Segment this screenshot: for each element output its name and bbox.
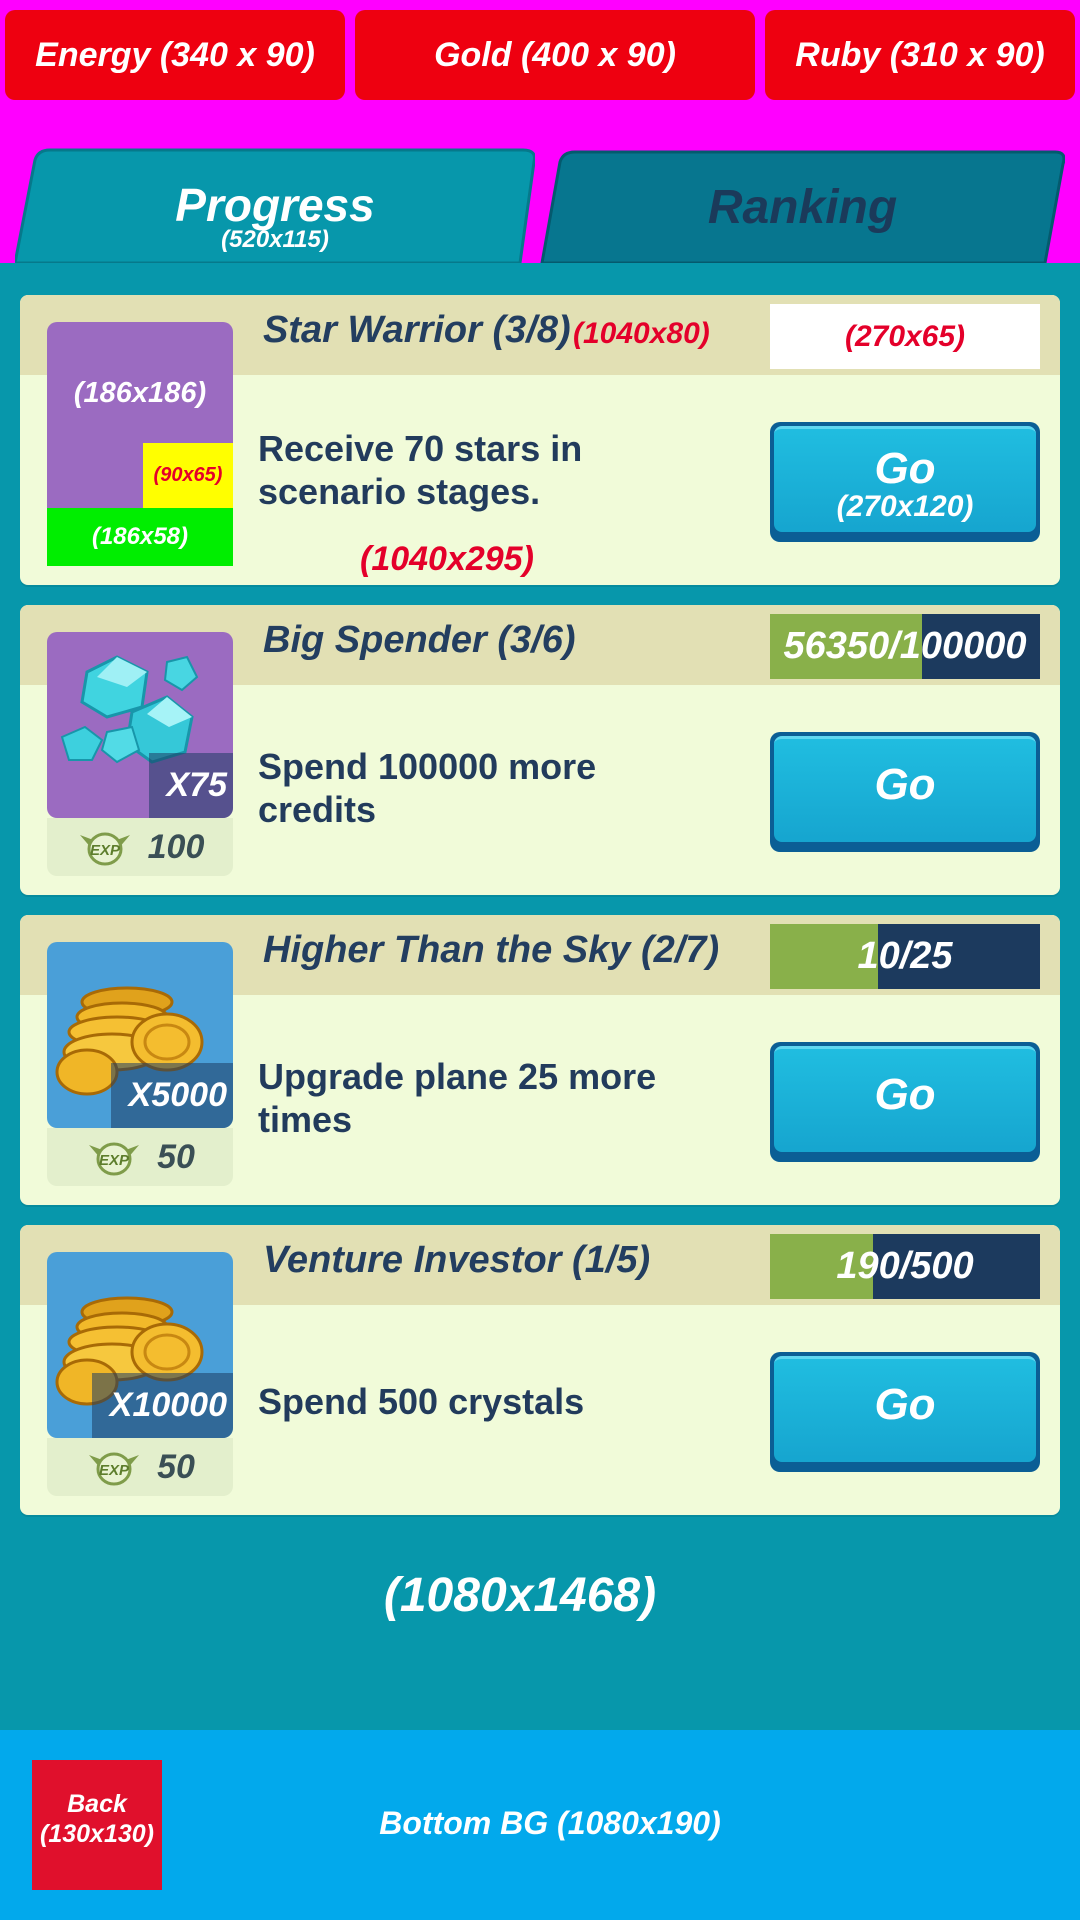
tab-progress-size-note: (520x115)	[221, 226, 329, 253]
quest-progress-bar: 10/25	[770, 924, 1040, 989]
exp-placeholder: (186x58)	[47, 508, 233, 566]
progress-text: 10/25	[857, 935, 953, 977]
reward-quantity: X10000	[91, 1373, 233, 1438]
go-button[interactable]: Go	[770, 1352, 1040, 1472]
tab-ranking-label: Ranking	[707, 181, 898, 234]
reward-quantity: X75	[148, 753, 233, 818]
ruby-button[interactable]: Ruby (310 x 90)	[765, 10, 1075, 100]
exp-wings-icon: EXP	[79, 832, 130, 866]
gold-button[interactable]: Gold (400 x 90)	[355, 10, 755, 100]
exp-wings-icon: EXP	[89, 1452, 140, 1486]
quest-description: Spend 100000 more credits	[258, 746, 597, 830]
quest-title: Higher Than the Sky (2/7)	[263, 929, 720, 971]
reward-icon: X10000	[47, 1252, 233, 1438]
quest-title: Venture Investor (1/5)	[263, 1239, 651, 1281]
reward-icon: X75	[47, 632, 233, 818]
exp-reward: EXP 50	[47, 1438, 233, 1496]
svg-text:EXP: EXP	[99, 1462, 130, 1479]
bottom-bar: Back (130x130) Bottom BG (1080x190)	[0, 1730, 1080, 1920]
back-button-label: Back	[67, 1790, 127, 1818]
exp-value: 50	[157, 1137, 195, 1176]
tab-progress-label: Progress	[175, 179, 375, 231]
go-button-label: Go	[874, 1070, 936, 1119]
icon-size-note: (186x186)	[73, 377, 207, 409]
quest-card: Higher Than the Sky (2/7) 10/25 X5000 EX…	[20, 915, 1060, 1205]
go-button-label: Go	[874, 760, 936, 809]
exp-value: 50	[157, 1447, 195, 1486]
go-button-label: Go	[874, 1380, 936, 1429]
tab-progress[interactable]: Progress (520x115)	[15, 148, 535, 263]
quest-progress-bar: 190/500	[770, 1234, 1040, 1299]
qty-placeholder: (90x65)	[143, 443, 233, 508]
quest-description: Upgrade plane 25 more times	[258, 1056, 657, 1140]
go-button[interactable]: Go	[770, 732, 1040, 852]
exp-wings-icon: EXP	[89, 1142, 140, 1176]
progress-placeholder-label: (270x65)	[844, 320, 966, 353]
quest-title: Star Warrior (3/8)	[263, 309, 571, 351]
energy-button[interactable]: Energy (340 x 90)	[5, 10, 345, 100]
go-button[interactable]: Go	[770, 1042, 1040, 1162]
quest-description: Receive 70 stars in scenario stages.	[258, 428, 583, 512]
header-size-note: (1040x80)	[573, 317, 710, 350]
quest-card: Big Spender (3/6) 56350/100000 X75 EXP 1…	[20, 605, 1060, 895]
button-size-note: (270x120)	[836, 490, 974, 523]
go-button-label: Go	[874, 444, 936, 493]
back-button-size-note: (130x130)	[40, 1820, 154, 1848]
reward-icon-placeholder: (186x186) (90x65)	[47, 322, 233, 508]
quest-card: Venture Investor (1/5) 190/500 X10000 EX…	[20, 1225, 1060, 1515]
exp-reward: EXP 100	[47, 818, 233, 876]
progress-text: 56350/100000	[783, 625, 1027, 667]
go-button[interactable]: Go (270x120)	[770, 422, 1040, 542]
svg-text:EXP: EXP	[90, 842, 121, 859]
svg-text:EXP: EXP	[99, 1152, 130, 1169]
quest-progress-bar: 56350/100000	[770, 614, 1040, 679]
reward-quantity: X5000	[110, 1063, 233, 1128]
tab-ranking[interactable]: Ranking	[540, 150, 1065, 263]
card-size-note: (1040x295)	[360, 540, 534, 578]
main-panel: Star Warrior (3/8) (1040x80) (270x65) (1…	[0, 263, 1080, 1731]
exp-value: 100	[147, 827, 205, 866]
quest-description: Spend 500 crystals	[258, 1381, 585, 1422]
bottom-bg-label: Bottom BG (1080x190)	[379, 1805, 721, 1841]
progress-text: 190/500	[836, 1245, 974, 1287]
exp-reward: EXP 50	[47, 1128, 233, 1186]
reward-icon: X5000	[47, 942, 233, 1128]
quest-card: Star Warrior (3/8) (1040x80) (270x65) (1…	[20, 295, 1060, 585]
back-button[interactable]: Back (130x130)	[32, 1760, 162, 1890]
quest-title: Big Spender (3/6)	[263, 619, 576, 661]
panel-size-note: (1080x1468)	[383, 1569, 657, 1622]
